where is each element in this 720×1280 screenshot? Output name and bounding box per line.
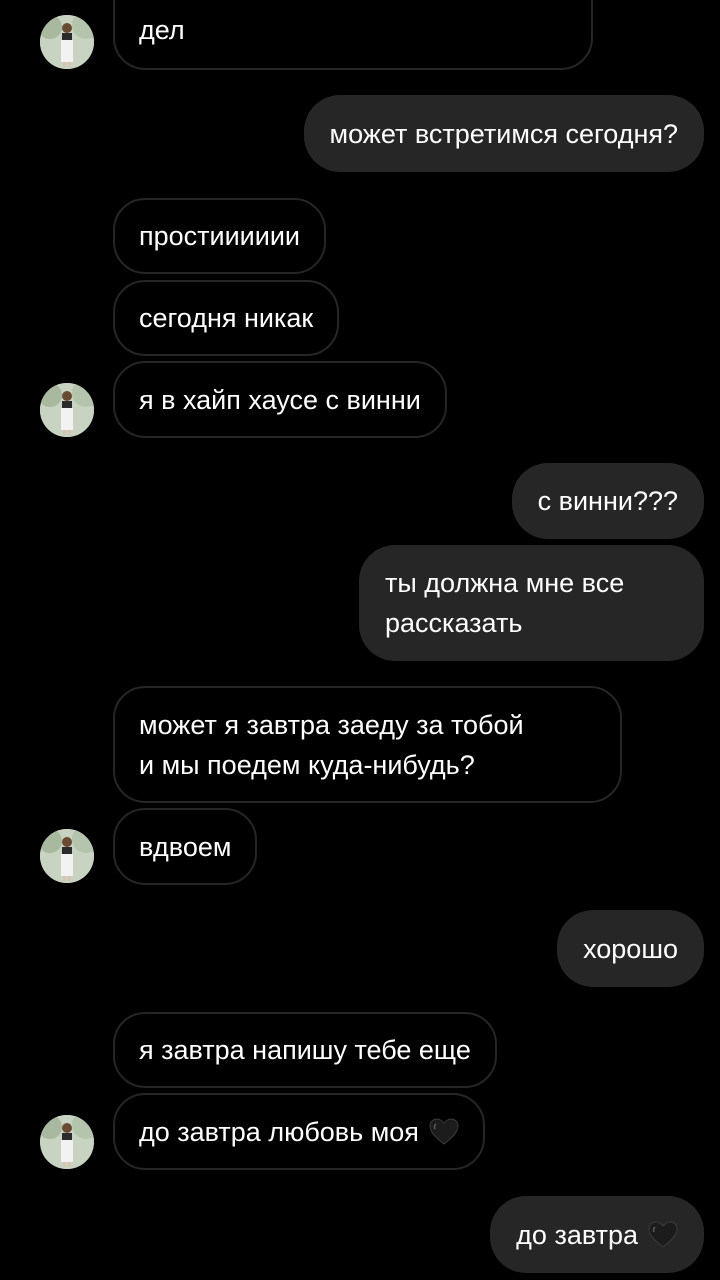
incoming-message[interactable]: я в хайп хаусе с винни (113, 361, 447, 438)
contact-avatar[interactable] (40, 1115, 94, 1169)
contact-avatar[interactable] (40, 15, 94, 69)
incoming-message[interactable]: я завтра напишу тебе еще (113, 1012, 497, 1088)
avatar-photo-icon (40, 829, 94, 883)
message-text: вдвоем (139, 831, 232, 862)
message-text: я завтра напишу тебе еще (139, 1035, 471, 1065)
avatar-photo-icon (40, 1115, 94, 1169)
message-text: с винни??? (537, 486, 678, 516)
message-text: может встретимся сегодня? (329, 118, 679, 149)
incoming-message[interactable]: до завтра любовь моя (113, 1093, 485, 1170)
black-heart-icon (429, 1117, 459, 1145)
message-text: до завтра любовь моя (139, 1116, 419, 1147)
outgoing-message[interactable]: с винни??? (511, 463, 704, 539)
message-text-line: может я завтра заеду за тобой (139, 709, 524, 740)
incoming-message[interactable]: сегодня никак (113, 280, 340, 356)
avatar-photo-icon (40, 15, 94, 69)
incoming-message[interactable]: может я завтра заеду за тобой и мы поеде… (113, 686, 622, 803)
incoming-message[interactable]: дел (113, 0, 593, 70)
message-text: простииииии (139, 221, 301, 251)
message-text: сегодня никак (139, 303, 314, 333)
message-text-line: рассказать (385, 608, 523, 638)
avatar-photo-icon (40, 383, 94, 437)
incoming-message[interactable]: простииииии (113, 198, 327, 274)
contact-avatar[interactable] (40, 829, 94, 883)
message-text: хорошо (583, 933, 678, 964)
message-text: я в хайп хаусе с винни (139, 384, 421, 415)
message-text: дел (139, 15, 185, 45)
outgoing-message[interactable]: может встретимся сегодня? (303, 95, 704, 172)
message-text: до завтра (516, 1219, 638, 1250)
black-heart-icon (648, 1220, 678, 1248)
outgoing-message[interactable]: хорошо (557, 910, 704, 987)
outgoing-message[interactable]: до завтра (490, 1196, 704, 1273)
contact-avatar[interactable] (40, 383, 94, 437)
message-text-line: и мы поедем куда-нибудь? (139, 749, 475, 780)
outgoing-message[interactable]: ты должна мне все рассказать (359, 545, 704, 661)
incoming-message[interactable]: вдвоем (113, 808, 258, 885)
message-text-line: ты должна мне все (385, 568, 625, 598)
